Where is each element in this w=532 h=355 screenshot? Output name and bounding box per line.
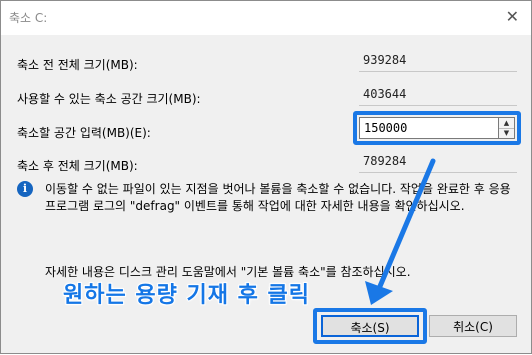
total-before-value: 939284 bbox=[359, 50, 517, 72]
window-title: 축소 C: bbox=[9, 11, 48, 25]
available-space-label: 사용할 수 있는 축소 공간 크기(MB): bbox=[17, 92, 201, 106]
total-before-label: 축소 전 전체 크기(MB): bbox=[17, 58, 138, 72]
shrink-dialog: 축소 C: ✕ 축소 전 전체 크기(MB): 939284 사용할 수 있는 … bbox=[0, 0, 532, 354]
info-message: 이동할 수 없는 파일이 있는 지점을 벗어나 볼륨을 축소할 수 없습니다. … bbox=[45, 182, 511, 213]
close-icon[interactable]: ✕ bbox=[506, 7, 519, 26]
shrink-amount-label: 축소할 공간 입력(MB)(E): bbox=[17, 126, 151, 140]
shrink-amount-input[interactable]: 150000 bbox=[359, 117, 499, 139]
title-bar: 축소 C: ✕ bbox=[1, 1, 531, 35]
total-after-value: 789284 bbox=[359, 151, 517, 173]
spin-down-icon[interactable]: ▼ bbox=[499, 128, 514, 138]
info-icon: i bbox=[17, 181, 33, 197]
cancel-button[interactable]: 취소(C) bbox=[429, 315, 517, 337]
total-after-label: 축소 후 전체 크기(MB): bbox=[17, 159, 138, 173]
shrink-button[interactable]: 축소(S) bbox=[321, 315, 419, 337]
available-space-value: 403644 bbox=[359, 84, 517, 106]
shrink-amount-spinner: ▲ ▼ bbox=[499, 117, 515, 139]
annotation-callout: 원하는 용량 기재 후 클릭 bbox=[62, 282, 311, 309]
